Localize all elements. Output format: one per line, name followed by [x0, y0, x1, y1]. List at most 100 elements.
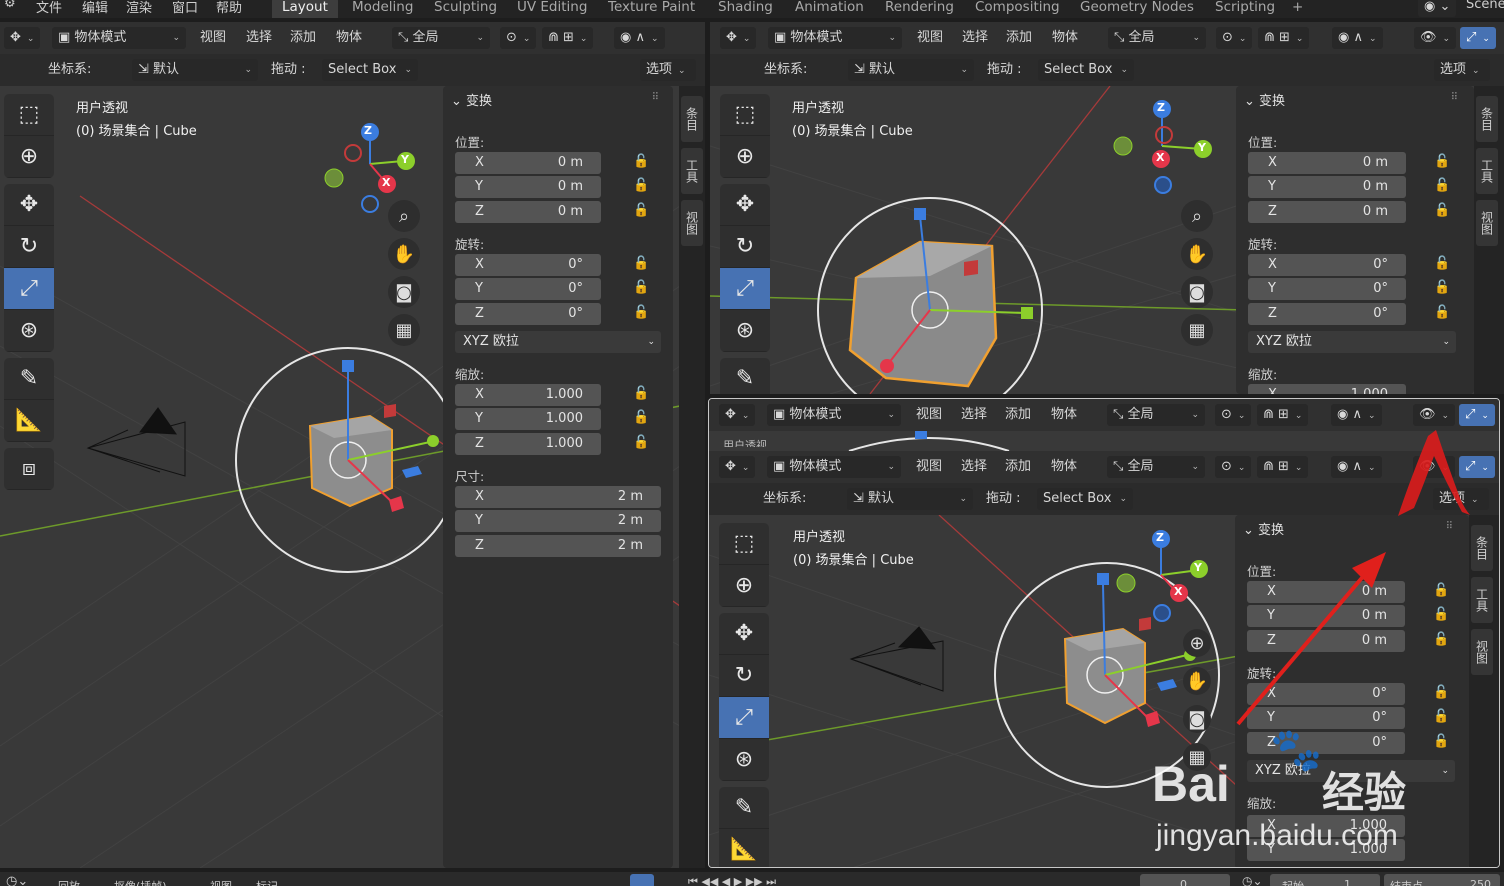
panel-title[interactable]: ⌄ 变换 [451, 90, 492, 109]
scale-x-field[interactable]: X1.000 [455, 384, 601, 406]
lock-icon[interactable]: 🔓 [1433, 685, 1449, 700]
gizmo-y-label[interactable]: Y [1198, 141, 1206, 154]
menu-object[interactable]: 物体 [336, 27, 362, 49]
editor-type-icon[interactable]: ✥ ⌄ [720, 27, 757, 49]
gizmo-y-label[interactable]: Y [401, 153, 409, 166]
rot-x-field[interactable]: X 0° [1247, 683, 1405, 705]
lock-icon[interactable]: 🔓 [633, 305, 649, 320]
tab-item[interactable]: 条目 [681, 96, 703, 142]
drag-handle-icon[interactable]: ⠿ [1446, 521, 1453, 532]
tab-geometry-nodes[interactable]: Geometry Nodes [1070, 0, 1204, 18]
rotate-icon[interactable]: ↻ [720, 226, 770, 268]
menu-help[interactable]: 帮助 [216, 0, 242, 16]
gizmo-z-label[interactable]: Z [1157, 101, 1165, 114]
lock-icon[interactable]: 🔓 [1434, 203, 1450, 218]
loc-x-field[interactable]: X0 m [1247, 581, 1405, 603]
tab-view[interactable]: 视图 [1476, 200, 1498, 246]
gizmo-x-label[interactable]: X [382, 176, 390, 189]
tab-texture-paint[interactable]: Texture Paint [598, 0, 705, 18]
timeline-editor-icon[interactable]: ◷⌄ [6, 874, 28, 886]
move-icon[interactable]: ✥ [720, 184, 770, 226]
loc-x-field[interactable]: X0 m [455, 152, 601, 174]
tab-tool[interactable]: 工具 [1476, 148, 1498, 194]
menu-object[interactable]: 物体 [1052, 27, 1078, 49]
gizmo-toggle-icon[interactable]: ⤢ ⌄ [1459, 456, 1495, 478]
proportional-edit-icon[interactable]: ◉ ∧ ⌄ [614, 27, 665, 49]
panel-title[interactable]: ⌄ 变换 [1243, 519, 1284, 538]
coord-system-dropdown[interactable]: ⇲ 默认 ⌄ [848, 59, 974, 81]
scale-x-field[interactable]: X1.000 [1248, 384, 1406, 394]
clock-icon[interactable]: ◷⌄ [1242, 874, 1263, 886]
loc-z-field[interactable]: Z0 m [1248, 201, 1406, 223]
mode-dropdown[interactable]: ▣ 物体模式 ⌄ [767, 456, 901, 478]
lock-icon[interactable]: 🔓 [1434, 280, 1450, 295]
menu-select[interactable]: 选择 [961, 404, 987, 426]
lock-icon[interactable]: 🔓 [1434, 305, 1450, 320]
tab-rendering[interactable]: Rendering [875, 0, 964, 18]
scene-selector-icon[interactable]: ◉ ⌄ [1418, 0, 1457, 17]
transform-orientation-dropdown[interactable]: ⤡ 全局 ⌄ [392, 27, 490, 49]
lock-icon[interactable]: 🔓 [1433, 734, 1449, 749]
lock-icon[interactable]: 🔓 [1433, 709, 1449, 724]
proportional-edit-icon[interactable]: ◉ ∧ ⌄ [1331, 456, 1382, 478]
loc-y-field[interactable]: Y0 m [1248, 176, 1406, 198]
zoom-icon[interactable]: ⌕ [388, 200, 420, 232]
rot-y-field[interactable]: Y 0° [1247, 707, 1405, 729]
annotate-icon[interactable]: ✎ [719, 787, 769, 829]
coord-system-dropdown[interactable]: ⇲ 默认 ⌄ [132, 59, 258, 81]
add-workspace-icon[interactable]: + [1282, 0, 1313, 18]
tab-modeling[interactable]: Modeling [342, 0, 423, 18]
pan-hand-icon[interactable]: ✋ [1181, 238, 1213, 270]
loc-y-field[interactable]: Y0 m [1247, 605, 1405, 627]
menu-view[interactable]: 视图 [917, 27, 943, 49]
lock-icon[interactable]: 🔓 [633, 386, 649, 401]
drag-dropdown[interactable]: Select Box ⌄ [322, 59, 418, 81]
scale-icon[interactable]: ⤢ [4, 268, 54, 310]
viewport-canvas[interactable]: Z Y X ⬚ ⊕ ✥ ↻ ⤢ ⊛ ✎ 用户透视 (0) 场景集合 | Cube ⌕ ✋… [710, 86, 1474, 394]
drag-handle-icon[interactable]: ⠿ [1451, 92, 1458, 103]
gizmo-toggle-icon[interactable]: ⤢ ⌄ [1459, 404, 1495, 426]
menu-add[interactable]: 添加 [1006, 27, 1032, 49]
transform-orientation-dropdown[interactable]: ⤡ 全局 ⌄ [1108, 27, 1206, 49]
menu-add[interactable]: 添加 [1005, 456, 1031, 478]
menu-add[interactable]: 添加 [290, 27, 316, 49]
rot-y-field[interactable]: Y 0° [455, 278, 601, 300]
visibility-icon[interactable]: 👁 ⌄ [1413, 404, 1456, 426]
rotation-mode-dropdown[interactable]: XYZ 欧拉 ⌄ [1247, 760, 1455, 782]
loc-x-field[interactable]: X0 m [1248, 152, 1406, 174]
proportional-edit-icon[interactable]: ◉ ∧ ⌄ [1331, 404, 1382, 426]
ortho-grid-icon[interactable]: ▦ [1183, 743, 1211, 771]
rot-x-field[interactable]: X 0° [455, 254, 601, 276]
select-box-icon[interactable]: ⬚ [719, 523, 769, 565]
gizmo-y-label[interactable]: Y [1194, 561, 1202, 574]
auto-key-icon[interactable] [630, 874, 654, 886]
lock-icon[interactable]: 🔓 [633, 178, 649, 193]
tab-item[interactable]: 条目 [1471, 525, 1493, 571]
coord-system-dropdown[interactable]: ⇲ 默认 ⌄ [847, 488, 973, 510]
menu-window[interactable]: 窗口 [172, 0, 198, 16]
blender-logo-icon[interactable]: ⚙ [4, 0, 16, 11]
gizmo-x-label[interactable]: X [1174, 585, 1182, 598]
pivot-point-icon[interactable]: ⊙ ⌄ [1215, 404, 1252, 426]
menu-edit[interactable]: 编辑 [82, 0, 108, 16]
lock-icon[interactable]: 🔓 [633, 410, 649, 425]
cursor-icon[interactable]: ⊕ [4, 136, 54, 178]
lock-icon[interactable]: 🔓 [1433, 607, 1449, 622]
lock-icon[interactable]: 🔓 [633, 280, 649, 295]
transform-icon[interactable]: ⊛ [4, 310, 54, 352]
editor-type-icon[interactable]: ✥ ⌄ [4, 27, 41, 49]
cursor-icon[interactable]: ⊕ [720, 136, 770, 178]
menu-object[interactable]: 物体 [1051, 456, 1077, 478]
dim-y-field[interactable]: Y2 m [455, 510, 661, 532]
zoom-icon[interactable]: ⌕ [1181, 200, 1213, 232]
transform-icon[interactable]: ⊛ [719, 739, 769, 781]
editor-type-icon[interactable]: ✥ ⌄ [719, 456, 756, 478]
lock-icon[interactable]: 🔓 [1434, 256, 1450, 271]
cursor-icon[interactable]: ⊕ [719, 565, 769, 607]
camera-view-icon[interactable]: ◙ [388, 276, 420, 308]
scale-y-field[interactable]: Y 1.000 [455, 408, 601, 430]
panel-title[interactable]: ⌄ 变换 [1244, 90, 1285, 109]
menu-add[interactable]: 添加 [1005, 404, 1031, 426]
rot-z-field[interactable]: Z 0° [1247, 732, 1405, 754]
tab-tool[interactable]: 工具 [681, 148, 703, 194]
